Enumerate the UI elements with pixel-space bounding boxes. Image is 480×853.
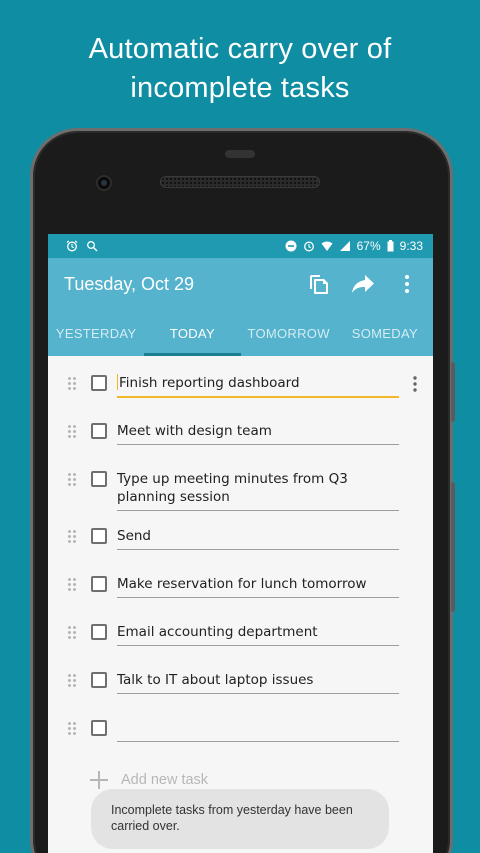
share-icon (352, 275, 374, 293)
task-text-field[interactable]: Send (117, 519, 399, 550)
status-bar: 67% 9:33 (48, 234, 433, 258)
tab-label: TODAY (169, 325, 215, 341)
drag-handle-icon[interactable] (67, 721, 77, 735)
task-checkbox[interactable] (91, 423, 107, 439)
status-time: 9:33 (399, 239, 423, 253)
wifi-icon (321, 241, 333, 251)
headline-line-1: Automatic carry over of (88, 33, 392, 65)
task-item: Meet with design team (48, 414, 433, 454)
no-sim-icon (87, 241, 98, 252)
task-checkbox[interactable] (91, 528, 107, 544)
task-text-field[interactable]: Type up meeting minutes from Q3 planning… (117, 462, 399, 511)
tab-someday[interactable]: SOMEDAY (337, 310, 433, 356)
share-button[interactable] (351, 272, 375, 296)
phone-speaker-grille (160, 176, 320, 188)
tab-label: SOMEDAY (351, 325, 418, 341)
alarm-icon (303, 241, 314, 252)
drag-handle-icon[interactable] (67, 529, 77, 543)
task-checkbox[interactable] (91, 471, 107, 487)
tab-label: YESTERDAY (55, 325, 137, 341)
plus-icon (90, 771, 108, 789)
task-item: Finish reporting dashboard (48, 366, 433, 406)
phone-power-button (451, 362, 455, 422)
alarm-icon (66, 240, 78, 252)
task-checkbox[interactable] (91, 576, 107, 592)
task-checkbox[interactable] (91, 624, 107, 640)
carry-over-toast: Incomplete tasks from yesterday have bee… (91, 789, 389, 849)
overflow-menu-button[interactable] (395, 272, 419, 296)
task-checkbox[interactable] (91, 375, 107, 391)
do-not-disturb-icon (285, 240, 297, 252)
tab-tomorrow[interactable]: TOMORROW (241, 310, 337, 356)
task-text-field[interactable]: Meet with design team (117, 414, 399, 445)
tab-label: TOMORROW (247, 325, 330, 341)
task-item: Talk to IT about laptop issues (48, 663, 433, 703)
app-screen: 67% 9:33 Tuesday, Oct 29 YESTERDAY TODAY… (48, 234, 433, 853)
battery-percent: 67% (356, 239, 381, 253)
app-bar: Tuesday, Oct 29 (48, 258, 433, 310)
drag-handle-icon[interactable] (67, 424, 77, 438)
task-text-field[interactable] (117, 711, 399, 742)
task-item: Make reservation for lunch tomorrow (48, 567, 433, 607)
task-text-field[interactable]: Finish reporting dashboard (117, 366, 399, 398)
day-tabs: YESTERDAY TODAY TOMORROW SOMEDAY (48, 310, 433, 356)
phone-volume-button (451, 482, 455, 612)
task-text-field[interactable]: Make reservation for lunch tomorrow (117, 567, 399, 598)
drag-handle-icon[interactable] (67, 673, 77, 687)
copy-icon (310, 275, 328, 294)
page-title: Tuesday, Oct 29 (64, 273, 195, 294)
task-item: Type up meeting minutes from Q3 planning… (48, 462, 433, 511)
overflow-menu-icon (405, 275, 409, 293)
task-item (48, 711, 433, 751)
tab-today[interactable]: TODAY (144, 310, 241, 356)
drag-handle-icon[interactable] (67, 625, 77, 639)
drag-handle-icon[interactable] (67, 472, 77, 486)
battery-icon (387, 240, 394, 252)
add-task-label: Add new task (121, 772, 209, 788)
signal-icon (339, 241, 350, 251)
task-checkbox[interactable] (91, 720, 107, 736)
front-camera (96, 175, 112, 191)
task-item: Send (48, 519, 433, 559)
task-text-field[interactable]: Talk to IT about laptop issues (117, 663, 399, 694)
marketing-headline: Automatic carry over of incomplete tasks (0, 30, 480, 108)
copy-button[interactable] (307, 272, 331, 296)
phone-earpiece (225, 150, 255, 158)
tab-yesterday[interactable]: YESTERDAY (48, 310, 144, 356)
drag-handle-icon[interactable] (67, 376, 77, 390)
task-text-field[interactable]: Email accounting department (117, 615, 399, 646)
task-checkbox[interactable] (91, 672, 107, 688)
drag-handle-icon[interactable] (67, 577, 77, 591)
headline-line-2: incomplete tasks (130, 72, 350, 104)
task-item: Email accounting department (48, 615, 433, 655)
task-list: Finish reporting dashboard Meet with des… (48, 356, 433, 795)
task-overflow-icon[interactable] (413, 376, 417, 392)
